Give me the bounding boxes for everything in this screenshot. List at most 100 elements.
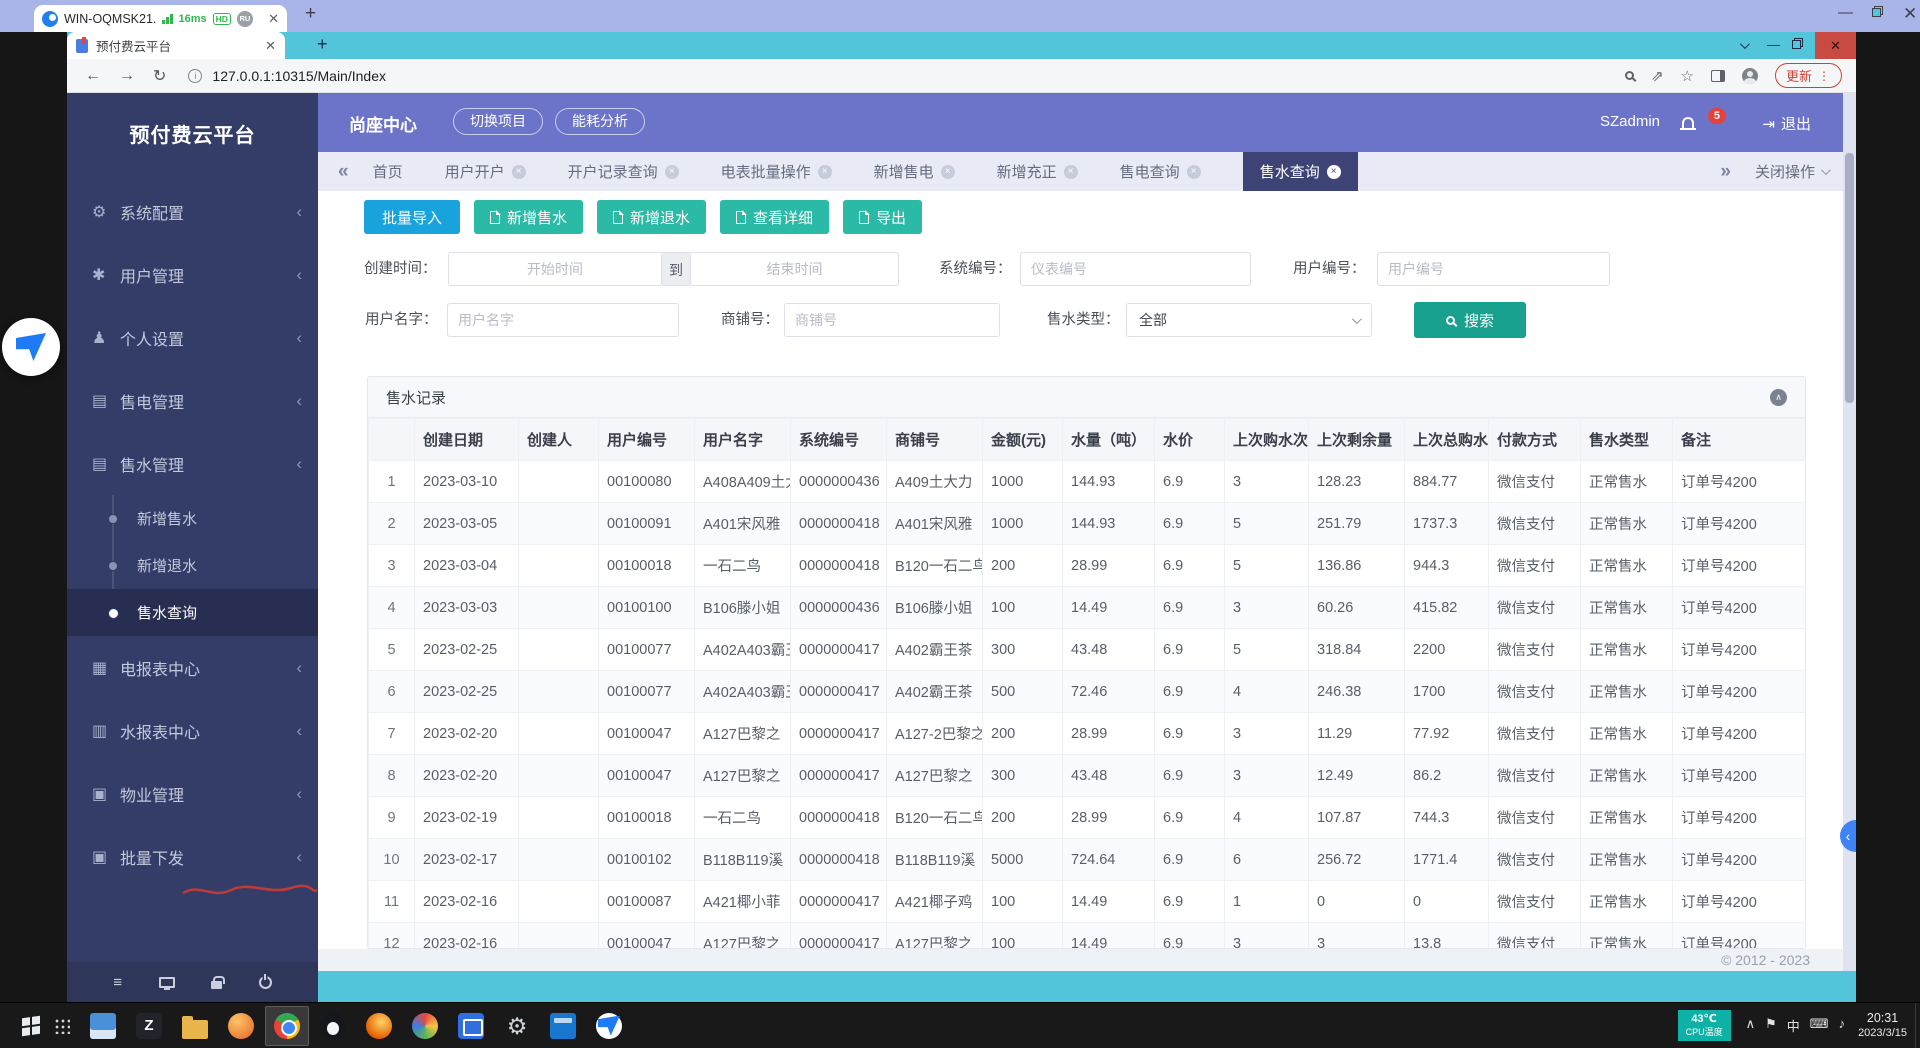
- close-operations-menu[interactable]: 关闭操作: [1755, 161, 1828, 182]
- user-no-input[interactable]: [1377, 252, 1610, 286]
- frame-minimize-button[interactable]: —: [1767, 37, 1780, 52]
- logout-button[interactable]: ⇥退出: [1762, 113, 1811, 134]
- page-tab[interactable]: 首页: [373, 152, 403, 191]
- taskbar-clock[interactable]: 20:31 2023/3/15: [1858, 1010, 1907, 1041]
- menu-dots-icon[interactable]: ⋮: [1818, 69, 1831, 83]
- action-button[interactable]: 查看详细: [720, 200, 829, 234]
- window-minimize-button[interactable]: —: [1838, 4, 1853, 21]
- tab-close-icon[interactable]: ×: [665, 165, 679, 179]
- show-desktop-button[interactable]: [1915, 1003, 1920, 1048]
- table-row[interactable]: 32023-03-0400100018一石二鸟0000000418B120一石二…: [369, 545, 1807, 587]
- lock-icon[interactable]: [211, 981, 222, 989]
- site-info-icon[interactable]: i: [188, 69, 202, 83]
- share-icon[interactable]: ⇗: [1651, 67, 1664, 85]
- todesk-floating-badge[interactable]: [2, 318, 60, 376]
- sidebar-item[interactable]: ▣批量下发‹: [67, 825, 318, 888]
- taskbar-app-files[interactable]: [81, 1006, 125, 1046]
- table-row[interactable]: 62023-02-2500100077A402A403霸王茶0000000417…: [369, 671, 1807, 713]
- window-maximize-button[interactable]: [1872, 4, 1883, 21]
- side-panel-icon[interactable]: [1711, 70, 1725, 82]
- table-row[interactable]: 52023-02-2500100077A402A403霸王茶0000000417…: [369, 629, 1807, 671]
- power-icon[interactable]: [259, 976, 272, 989]
- action-button[interactable]: 批量导入: [364, 200, 460, 234]
- energy-analysis-button[interactable]: 能耗分析: [555, 108, 645, 135]
- end-time-input[interactable]: [690, 252, 899, 286]
- bookmark-star-icon[interactable]: ☆: [1681, 67, 1694, 85]
- search-button[interactable]: 搜索: [1414, 302, 1526, 338]
- page-tab[interactable]: 新增充正×: [997, 152, 1078, 191]
- zoom-icon[interactable]: [1625, 71, 1634, 80]
- table-row[interactable]: 12023-03-1000100080A408A409土大力0000000436…: [369, 461, 1807, 503]
- sidebar-item[interactable]: ▦电报表中心‹: [67, 636, 318, 699]
- tabs-scroll-left-icon[interactable]: «: [338, 161, 349, 183]
- water-type-select[interactable]: 全部: [1126, 303, 1372, 337]
- flag-icon[interactable]: ⚑: [1765, 1016, 1777, 1035]
- sidebar-item[interactable]: ✱用户管理‹: [67, 243, 318, 306]
- page-tab[interactable]: 开户记录查询×: [568, 152, 679, 191]
- taskbar-app-todesk[interactable]: [587, 1006, 631, 1046]
- tab-close-icon[interactable]: ×: [1187, 165, 1201, 179]
- shop-no-input[interactable]: [784, 303, 1000, 337]
- page-tab[interactable]: 售水查询×: [1243, 152, 1358, 191]
- table-row[interactable]: 72023-02-2000100047A127巴黎之0000000417A127…: [369, 713, 1807, 755]
- back-icon[interactable]: ←: [85, 67, 101, 85]
- taskbar-app-winapp[interactable]: [449, 1006, 493, 1046]
- sidebar-subitem[interactable]: 售水查询: [67, 589, 318, 636]
- profile-avatar[interactable]: [1742, 68, 1758, 84]
- taskbar-app-qq[interactable]: [311, 1006, 355, 1046]
- table-row[interactable]: 102023-02-1700100102B118B119溪0000000418B…: [369, 839, 1807, 881]
- tab-close-icon[interactable]: ×: [512, 165, 526, 179]
- reload-icon[interactable]: ↻: [153, 66, 166, 86]
- table-row[interactable]: 92023-02-1900100018一石二鸟0000000418B120一石二…: [369, 797, 1807, 839]
- forward-icon[interactable]: →: [119, 67, 135, 85]
- system-no-input[interactable]: [1020, 252, 1251, 286]
- new-session-button[interactable]: +: [305, 3, 316, 25]
- taskbar-app-zapp[interactable]: Z: [127, 1006, 171, 1046]
- browser-tab-close-icon[interactable]: ✕: [265, 38, 276, 54]
- table-row[interactable]: 122023-02-1600100047A127巴黎之0000000417A12…: [369, 923, 1807, 950]
- sidebar-subitem[interactable]: 新增售水: [67, 495, 318, 542]
- sidebar-item[interactable]: ⚙系统配置‹: [67, 180, 318, 243]
- tab-close-icon[interactable]: ×: [1064, 165, 1078, 179]
- ime-chinese-icon[interactable]: 中: [1787, 1016, 1800, 1035]
- table-row[interactable]: 22023-03-0500100091A401宋风雅0000000418A401…: [369, 503, 1807, 545]
- tab-close-icon[interactable]: ×: [818, 165, 832, 179]
- sidebar-item[interactable]: ▤售水管理‹: [67, 432, 318, 495]
- browser-update-button[interactable]: 更新 ⋮: [1775, 63, 1842, 88]
- page-tab[interactable]: 用户开户×: [445, 152, 526, 191]
- remote-session-tab[interactable]: WIN-OQMSK21... 16ms HD RU ✕: [34, 5, 287, 32]
- window-close-button[interactable]: ✕: [1903, 4, 1917, 24]
- page-tab[interactable]: 新增售电×: [874, 152, 955, 191]
- sidebar-item[interactable]: ▥水报表中心‹: [67, 699, 318, 762]
- tabs-scroll-right-icon[interactable]: »: [1720, 161, 1731, 183]
- notification-bell-icon[interactable]: [1682, 117, 1694, 128]
- start-button[interactable]: [22, 1015, 40, 1036]
- session-close-icon[interactable]: ✕: [268, 11, 279, 27]
- taskbar-app-chrome[interactable]: [265, 1006, 309, 1046]
- action-button[interactable]: 新增退水: [597, 200, 706, 234]
- collapse-panel-icon[interactable]: ∧: [1770, 389, 1787, 406]
- switch-project-button[interactable]: 切换项目: [453, 108, 543, 135]
- tab-close-icon[interactable]: ×: [1327, 165, 1341, 179]
- keyboard-icon[interactable]: ⌨: [1810, 1016, 1829, 1035]
- sidebar-item[interactable]: ▤售电管理‹: [67, 369, 318, 432]
- sidebar-subitem[interactable]: 新增退水: [67, 542, 318, 589]
- frame-chevron-icon[interactable]: [1740, 37, 1747, 52]
- taskbar-app-ball-multi[interactable]: [403, 1006, 447, 1046]
- task-view-icon[interactable]: [54, 1018, 70, 1034]
- browser-new-tab-button[interactable]: +: [317, 34, 328, 55]
- cpu-temp-widget[interactable]: 43℃ CPU温度: [1678, 1010, 1731, 1041]
- sidebar-item[interactable]: ▣物业管理‹: [67, 762, 318, 825]
- hidden-icons-icon[interactable]: ∧: [1746, 1016, 1756, 1035]
- menu-hamburger-icon[interactable]: ≡: [113, 975, 122, 990]
- sidebar-item[interactable]: ♟个人设置‹: [67, 306, 318, 369]
- action-button[interactable]: 导出: [843, 200, 922, 234]
- user-name-input[interactable]: [447, 303, 679, 337]
- page-tab[interactable]: 售电查询×: [1120, 152, 1201, 191]
- scrollbar-thumb[interactable]: [1845, 153, 1854, 403]
- tab-close-icon[interactable]: ×: [941, 165, 955, 179]
- monitor-icon[interactable]: [159, 977, 175, 988]
- page-tab[interactable]: 电表批量操作×: [721, 152, 832, 191]
- address-bar[interactable]: 127.0.0.1:10315/Main/Index: [212, 68, 386, 84]
- taskbar-app-ball-orange[interactable]: [219, 1006, 263, 1046]
